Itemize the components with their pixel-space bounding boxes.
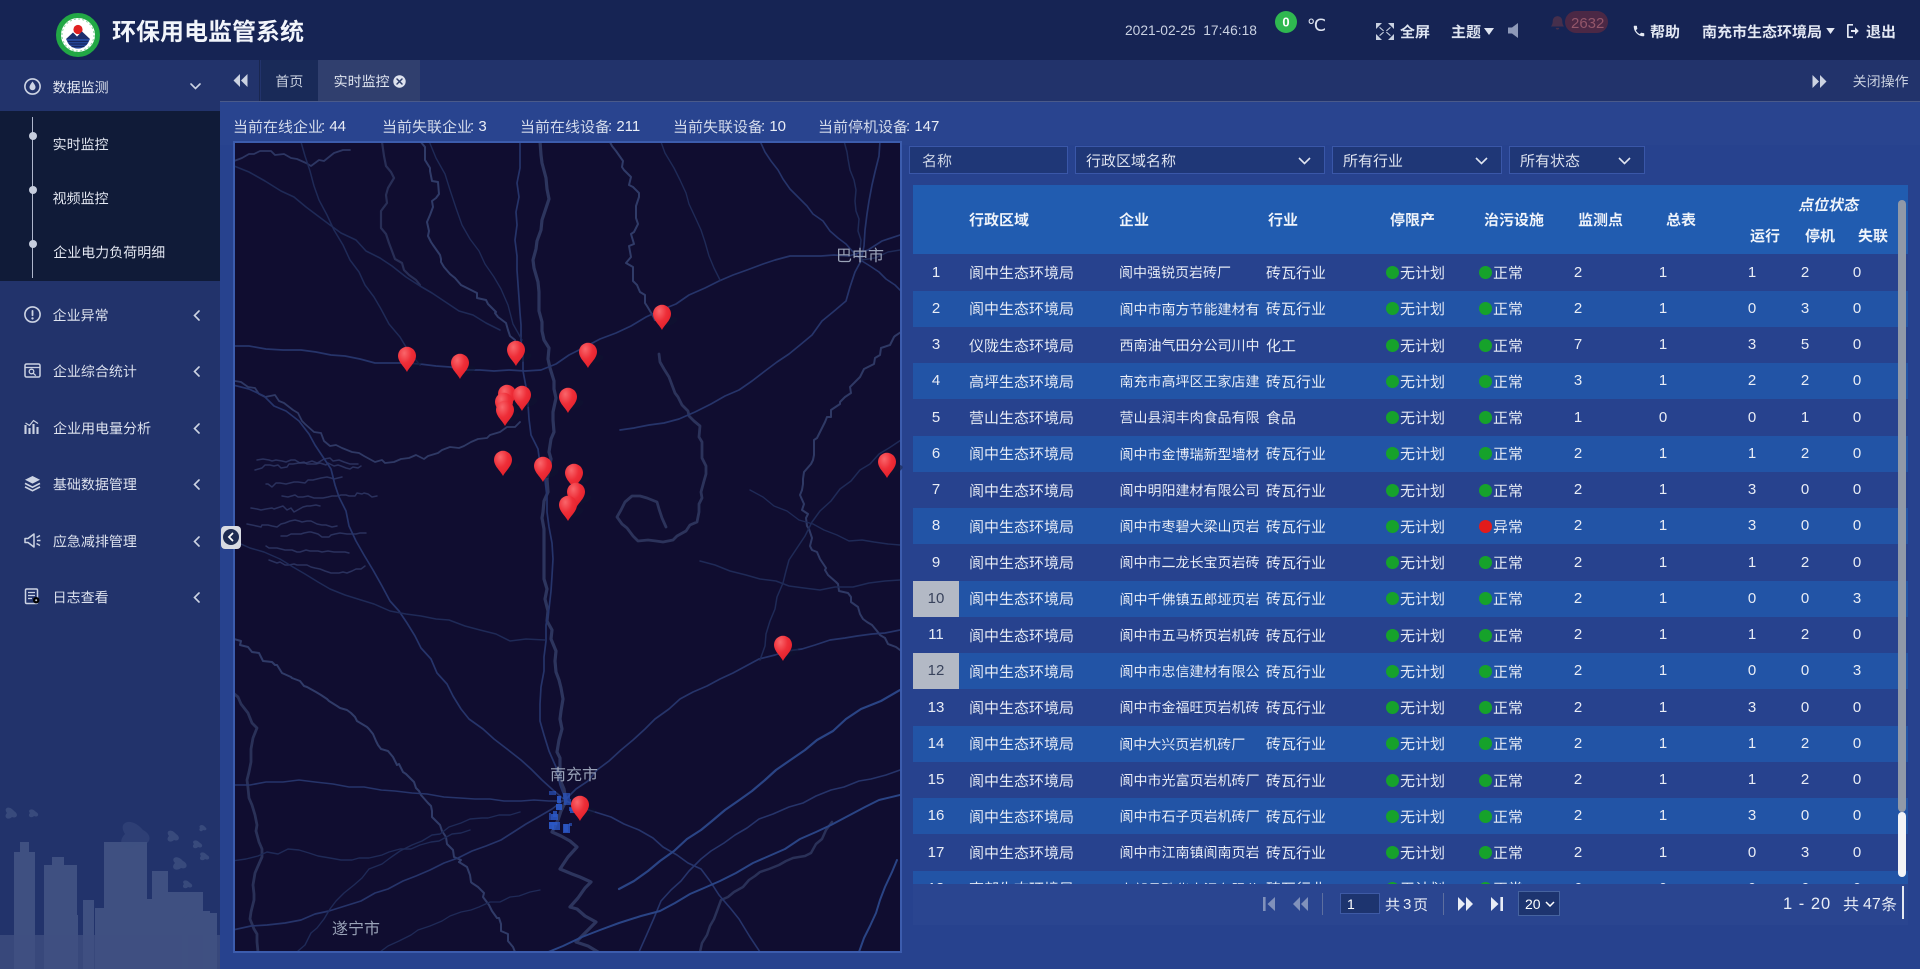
svg-text:0: 0 <box>1282 15 1289 30</box>
